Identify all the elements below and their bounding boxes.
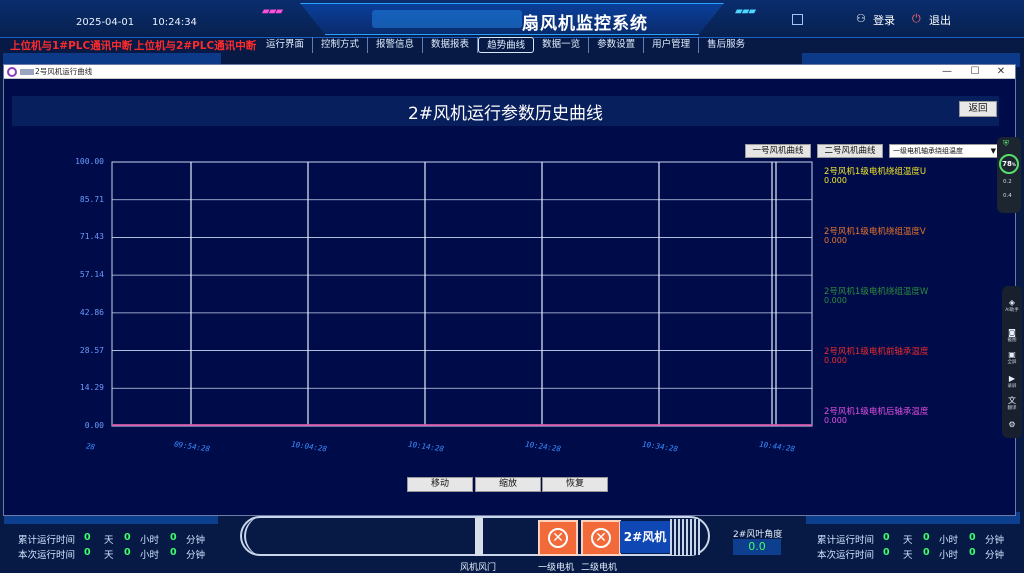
download-speed: 0.4 <box>1003 193 1012 199</box>
legend-series-value: 0.000 <box>824 236 847 245</box>
shield-icon: ⛨ <box>1003 139 1009 148</box>
stat-row: 本次运行时间 0 天 0 小时 0 分钟 <box>18 547 206 561</box>
power-icon[interactable]: ⏻ <box>912 12 921 26</box>
nav-parameter-settings[interactable]: 参数设置 <box>589 37 645 53</box>
trend-window: 2号风机运行曲线 — ☐ ✕ 2#风机运行参数历史曲线 返回 一号风机曲线 二号… <box>3 64 1016 516</box>
zoom-button[interactable]: 缩放 <box>475 477 541 492</box>
nav-data-overview[interactable]: 数据一览 <box>534 37 590 53</box>
top-bar: 2025-04-01 10:24:34 ▰▰▰ ▰▰▰ 扇风机监控系统 ⚇ 登录… <box>0 0 1024 38</box>
translate-icon: 文 <box>1008 396 1016 405</box>
legend-series-value: 0.000 <box>824 416 847 425</box>
fan-blade-icon: ✕ <box>548 528 568 548</box>
user-icon[interactable] <box>792 14 803 25</box>
legend-series-value: 0.000 <box>824 296 847 305</box>
fan-gate[interactable] <box>475 518 483 556</box>
motor-1[interactable]: ✕ <box>538 520 578 556</box>
record-tool[interactable]: ▶ 录屏 <box>1004 374 1020 389</box>
translate-tool[interactable]: 文翻译 <box>1004 396 1020 411</box>
y-tick-label: 28.57 <box>79 345 104 355</box>
logout-button[interactable]: 退出 <box>929 12 951 28</box>
header-date: 2025-04-01 <box>76 17 135 28</box>
upload-speed: 0.2 <box>1003 179 1012 185</box>
y-tick-label: 0.00 <box>84 421 104 430</box>
y-tick-label: 14.29 <box>79 383 104 393</box>
cpu-gauge: 78% <box>999 154 1019 174</box>
alarm-plc1: 上位机与1#PLC通讯中断 <box>10 40 133 52</box>
chart-grid <box>111 161 813 427</box>
gate-label: 风机风门 <box>460 563 497 573</box>
nav-data-report[interactable]: 数据报表 <box>423 37 479 53</box>
restore-button[interactable]: 恢复 <box>542 477 608 492</box>
ai-icon: ◈ <box>1008 298 1016 307</box>
nav-run-view[interactable]: 运行界面 <box>258 37 314 53</box>
login-icon[interactable]: ⚇ <box>856 12 866 25</box>
plot-border <box>111 161 813 427</box>
x-tick-label: 28 <box>85 441 96 452</box>
monitor-icon: ▣ <box>1008 350 1016 359</box>
system-monitor-widget[interactable] <box>997 137 1021 213</box>
ai-assistant-tool[interactable]: ◈ AI助手 <box>1004 298 1020 313</box>
nav-trend-curve[interactable]: 趋势曲线 <box>478 37 535 53</box>
y-tick-label: 42.86 <box>79 307 104 317</box>
screenshot-tool[interactable]: ◙ 截图 <box>1004 328 1020 343</box>
nav-control-mode[interactable]: 控制方式 <box>313 37 369 53</box>
y-tick-label: 85.71 <box>79 194 104 204</box>
nav-user-management[interactable]: 用户管理 <box>644 37 700 53</box>
stat-row: 本次运行时间 0 天 0 小时 0 分钟 <box>817 547 1005 561</box>
blade-angle-value: 0.0 <box>733 539 781 555</box>
camera-icon: ◙ <box>1008 328 1016 337</box>
gear-icon: ⚙ <box>1008 420 1016 429</box>
alarm-plc2: 上位机与2#PLC通讯中断 <box>134 40 257 52</box>
header-time: 10:24:34 <box>152 17 197 28</box>
login-button[interactable]: 登录 <box>873 12 895 28</box>
main-nav: 运行界面 控制方式 报警信息 数据报表 趋势曲线 数据一览 参数设置 用户管理 … <box>258 37 753 53</box>
stripe-decoration: ▰▰▰ <box>262 6 283 17</box>
motor1-label: 一级电机 <box>538 563 575 573</box>
video-icon: ▶ <box>1008 374 1016 383</box>
fan-grille <box>670 519 700 555</box>
y-tick-label: 71.43 <box>79 232 104 242</box>
y-tick-label: 57.14 <box>79 270 104 280</box>
fullscreen-tool[interactable]: ▣ 全屏 <box>1004 350 1020 365</box>
y-tick-label: 100.00 <box>75 157 104 166</box>
title-redacted <box>372 10 522 28</box>
settings-tool[interactable]: ⚙ <box>1004 420 1020 429</box>
app-title: 扇风机监控系统 <box>522 14 648 34</box>
fan-blade-icon: ✕ <box>591 528 611 548</box>
motor-2[interactable]: ✕ <box>581 520 621 556</box>
legend-series-value: 0.000 <box>824 356 847 365</box>
stat-row: 累计运行时间 0 天 0 小时 0 分钟 <box>817 532 1005 546</box>
fan-label: 2#风机 <box>620 521 670 553</box>
move-button[interactable]: 移动 <box>407 477 473 492</box>
nav-after-sales[interactable]: 售后服务 <box>699 37 753 53</box>
motor2-label: 二级电机 <box>581 563 618 573</box>
duct-arc <box>244 516 304 556</box>
legend-series-value: 0.000 <box>824 176 847 185</box>
stat-row: 累计运行时间 0 天 0 小时 0 分钟 <box>18 532 206 546</box>
nav-alarm-info[interactable]: 报警信息 <box>368 37 424 53</box>
stripe-decoration: ▰▰▰ <box>735 6 756 17</box>
